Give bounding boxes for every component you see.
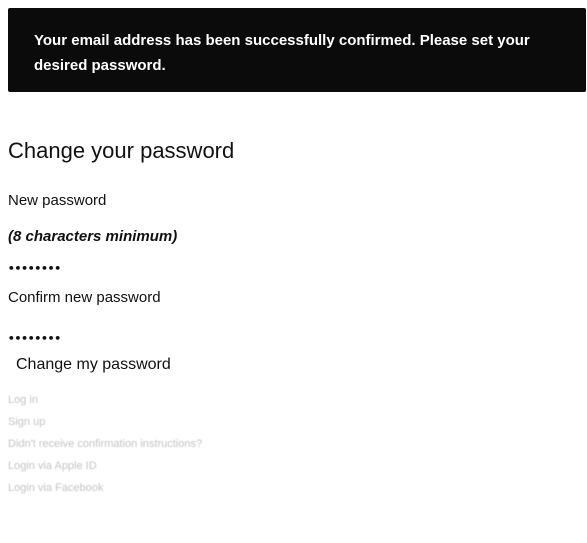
- resend-confirmation-link[interactable]: Didn't receive confirmation instructions…: [8, 438, 202, 450]
- new-password-field[interactable]: [8, 258, 268, 278]
- list-item: Login via Facebook: [8, 476, 202, 498]
- login-facebook-link[interactable]: Login via Facebook: [8, 482, 103, 494]
- flash-message: Your email address has been successfully…: [34, 32, 530, 74]
- list-item: Login via Apple ID: [8, 454, 202, 476]
- list-item: Log in: [8, 388, 202, 410]
- confirm-password-label: Confirm new password: [8, 289, 161, 306]
- flash-notice: Your email address has been successfully…: [8, 8, 586, 92]
- footer-links: Log in Sign up Didn't receive confirmati…: [8, 388, 202, 498]
- new-password-label: New password: [8, 192, 107, 209]
- list-item: Didn't receive confirmation instructions…: [8, 432, 202, 454]
- change-password-button[interactable]: Change my password: [10, 356, 177, 374]
- page-title: Change your password: [8, 138, 235, 163]
- sign-up-link[interactable]: Sign up: [8, 416, 45, 428]
- list-item: Sign up: [8, 410, 202, 432]
- login-apple-link[interactable]: Login via Apple ID: [8, 460, 97, 472]
- log-in-link[interactable]: Log in: [8, 394, 38, 406]
- password-length-hint: (8 characters minimum): [8, 228, 178, 245]
- confirm-password-field[interactable]: [8, 328, 268, 348]
